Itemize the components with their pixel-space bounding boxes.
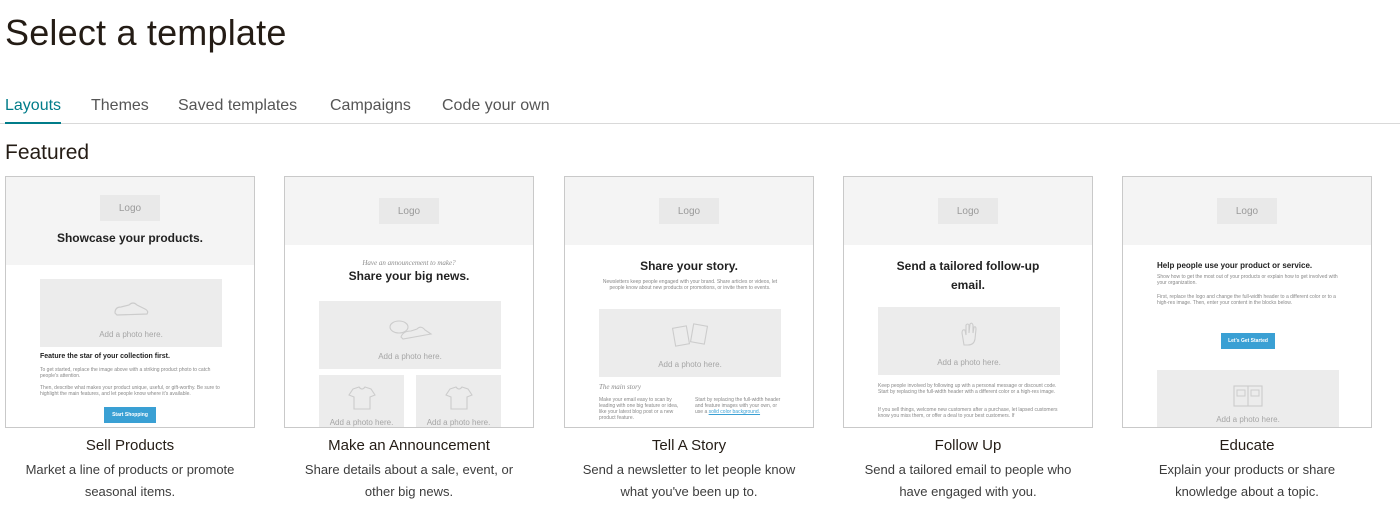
- shirt-icon: [347, 386, 376, 410]
- preview-photo-3: Add a photo here.: [416, 375, 501, 427]
- preview-column-2-link: solid color background.: [708, 409, 761, 415]
- preview-photo-label: Add a photo here.: [99, 330, 163, 339]
- template-card-tell-a-story[interactable]: Logo Share your story. Newsletters keep …: [564, 176, 814, 499]
- hand-wave-icon: [961, 322, 977, 346]
- tab-saved-templates[interactable]: Saved templates: [178, 97, 297, 123]
- preview-logo: Logo: [659, 198, 719, 224]
- tab-campaigns[interactable]: Campaigns: [330, 97, 411, 123]
- card-description: Explain your products or share knowledge…: [1107, 459, 1387, 503]
- shirt-icon: [444, 386, 473, 410]
- preview-photo-label: Add a photo here.: [426, 418, 491, 427]
- template-preview[interactable]: Logo Have an announcement to make? Share…: [284, 176, 534, 428]
- preview-photo: Add a photo here.: [40, 279, 222, 347]
- template-preview[interactable]: Logo Showcase your products. Add a photo…: [5, 176, 255, 428]
- template-card-sell-products[interactable]: Logo Showcase your products. Add a photo…: [5, 176, 255, 499]
- preview-logo: Logo: [1217, 198, 1277, 224]
- preview-logo: Logo: [379, 198, 439, 224]
- template-preview[interactable]: Logo Help people use your product or ser…: [1122, 176, 1372, 428]
- preview-column-2: Start by replacing the full-width header…: [695, 397, 781, 415]
- card-description: Send a newsletter to let people know wha…: [549, 459, 829, 503]
- card-title: Educate: [1219, 437, 1275, 454]
- preview-photo-label: Add a photo here.: [378, 352, 442, 361]
- preview-header: Logo: [1123, 177, 1371, 245]
- card-description-line-1: Market a line of products or promote: [25, 462, 235, 477]
- card-description-line-1: Share details about a sale, event, or: [304, 462, 514, 477]
- preview-body-1: To get started, replace the image above …: [40, 367, 211, 379]
- preview-header: Logo: [844, 177, 1092, 245]
- tab-code-your-own[interactable]: Code your own: [442, 97, 550, 123]
- preview-photo-label: Add a photo here.: [1216, 415, 1280, 424]
- template-preview[interactable]: Logo Share your story. Newsletters keep …: [564, 176, 814, 428]
- card-title: Make an Announcement: [328, 437, 490, 454]
- photos-icon: [671, 323, 709, 347]
- preview-photo: Add a photo here.: [878, 307, 1060, 375]
- preview-header: Logo: [565, 177, 813, 245]
- card-description: Share details about a sale, event, or ot…: [269, 459, 549, 503]
- shoe-icon: [114, 302, 149, 316]
- card-description-line-2: other big news.: [364, 484, 454, 499]
- card-description-line-2: what you've been up to.: [620, 484, 758, 499]
- template-card-educate[interactable]: Logo Help people use your product or ser…: [1122, 176, 1372, 499]
- preview-photo: Add a photo here.: [319, 301, 501, 369]
- preview-heading-line-2: email.: [950, 278, 986, 292]
- preview-body-2: Then, describe what makes your product u…: [40, 385, 220, 397]
- card-title: Follow Up: [934, 437, 1002, 454]
- preview-body-1: Show how to get the most out of your pro…: [1157, 274, 1338, 286]
- template-tabs: Layouts Themes Saved templates Campaigns…: [0, 94, 1400, 124]
- preview-column-1: Make your email easy to scan by leading …: [599, 397, 679, 421]
- template-preview[interactable]: Logo Send a tailored follow-up email. Ad…: [843, 176, 1093, 428]
- preview-body-2: First, replace the logo and change the f…: [1157, 294, 1336, 306]
- preview-body-1: Keep people involved by following up wit…: [878, 383, 1057, 395]
- preview-heading: Share your big news.: [348, 269, 470, 283]
- card-title: Sell Products: [85, 437, 175, 454]
- preview-header: Logo: [285, 177, 533, 245]
- preview-heading: Showcase your products.: [56, 231, 204, 245]
- preview-section-label: The main story: [599, 383, 641, 391]
- preview-logo: Logo: [100, 195, 160, 221]
- card-description-line-1: Explain your products or share: [1158, 462, 1336, 477]
- template-card-make-an-announcement[interactable]: Logo Have an announcement to make? Share…: [284, 176, 534, 499]
- card-title: Tell A Story: [651, 437, 727, 454]
- preview-kicker: Have an announcement to make?: [362, 259, 456, 267]
- card-description: Market a line of products or promote sea…: [0, 459, 270, 503]
- page-title: Select a template: [5, 12, 287, 53]
- preview-header: Logo Showcase your products.: [6, 177, 254, 265]
- preview-heading-line-1: Send a tailored follow-up: [896, 259, 1040, 273]
- preview-photo: Add a photo here.: [1157, 370, 1339, 427]
- card-description: Send a tailored email to people who have…: [828, 459, 1108, 503]
- preview-button: Let's Get Started: [1221, 333, 1275, 349]
- preview-photo-label: Add a photo here.: [937, 358, 1001, 367]
- tab-themes[interactable]: Themes: [91, 97, 149, 123]
- preview-heading: Help people use your product or service.: [1157, 261, 1313, 270]
- card-description-line-1: Send a newsletter to let people know: [582, 462, 796, 477]
- preview-heading: Share your story.: [640, 259, 738, 273]
- preview-photo-2: Add a photo here.: [319, 375, 404, 427]
- preview-button: Start Shopping: [104, 407, 156, 423]
- shoe-sale-icon: [389, 320, 433, 340]
- preview-photo-label: Add a photo here.: [329, 418, 394, 427]
- section-title: Featured: [5, 141, 90, 164]
- card-description-line-2: have engaged with you.: [899, 484, 1037, 499]
- card-description-line-2: knowledge about a topic.: [1175, 484, 1319, 499]
- tab-layouts[interactable]: Layouts: [5, 97, 62, 124]
- preview-photo-label: Add a photo here.: [658, 360, 722, 369]
- preview-logo: Logo: [938, 198, 998, 224]
- preview-subheading: Feature the star of your collection firs…: [40, 353, 170, 360]
- preview-intro: Newsletters keep people engaged with you…: [602, 279, 778, 291]
- card-description-line-2: seasonal items.: [84, 484, 176, 499]
- template-card-follow-up[interactable]: Logo Send a tailored follow-up email. Ad…: [843, 176, 1093, 499]
- card-description-line-1: Send a tailored email to people who: [864, 462, 1072, 477]
- book-icon: [1233, 385, 1263, 407]
- preview-photo: Add a photo here.: [599, 309, 781, 377]
- preview-body-2: If you sell things, welcome new customer…: [878, 407, 1058, 419]
